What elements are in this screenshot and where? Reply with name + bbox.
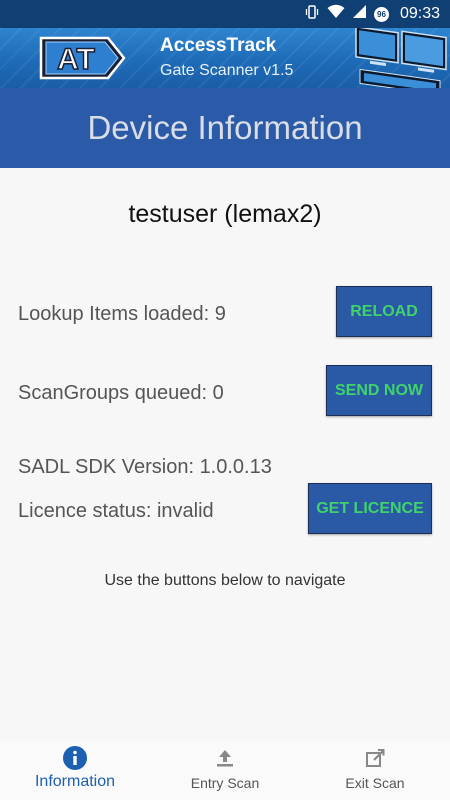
vibrate-icon [304, 4, 320, 25]
user-name: testuser (lemax2) [128, 200, 322, 228]
info-icon [62, 745, 88, 771]
nav-item-exit-scan[interactable]: Exit Scan [300, 740, 450, 800]
battery-icon: 96 [373, 6, 389, 22]
app-title: AccessTrack [160, 35, 277, 56]
wifi-icon [327, 4, 345, 24]
sdk-version-text: SADL SDK Version: 1.0.0.13 [18, 456, 272, 478]
lookup-items-text: Lookup Items loaded: 9 [18, 303, 226, 325]
exit-edit-icon [364, 745, 386, 771]
status-icons: 96 09:33 [304, 0, 440, 28]
scan-groups-text: ScanGroups queued: 0 [18, 382, 224, 404]
nav-label-information: Information [34, 773, 116, 790]
screen: 96 09:33 AT AccessTrack Gate Scanner v1.… [0, 0, 450, 800]
licence-status-text: Licence status: invalid [18, 500, 214, 522]
status-time: 09:33 [399, 5, 440, 22]
app-banner: AT AccessTrack Gate Scanner v1.5 [0, 28, 450, 88]
monitors-graphic [355, 28, 447, 88]
status-bar: 96 09:33 [0, 0, 450, 28]
navigation-hint: Use the buttons below to navigate [104, 572, 346, 589]
nav-label-exit-scan: Exit Scan [345, 775, 405, 791]
send-now-button[interactable]: SEND NOW [326, 365, 432, 416]
upload-icon [214, 745, 236, 771]
get-licence-button[interactable]: GET LICENCE [308, 483, 432, 534]
signal-icon [352, 4, 367, 24]
app-logo: AT [39, 36, 126, 80]
bottom-navigation: Information Entry Scan Exit Scan [0, 740, 450, 800]
app-subtitle: Gate Scanner v1.5 [160, 62, 294, 79]
page-title: Device Information [87, 109, 363, 146]
nav-label-entry-scan: Entry Scan [190, 775, 260, 791]
nav-item-information[interactable]: Information [0, 740, 150, 800]
svg-text:AT: AT [57, 43, 95, 76]
page-header: Device Information [0, 88, 450, 168]
reload-button[interactable]: RELOAD [336, 286, 432, 337]
nav-item-entry-scan[interactable]: Entry Scan [150, 740, 300, 800]
